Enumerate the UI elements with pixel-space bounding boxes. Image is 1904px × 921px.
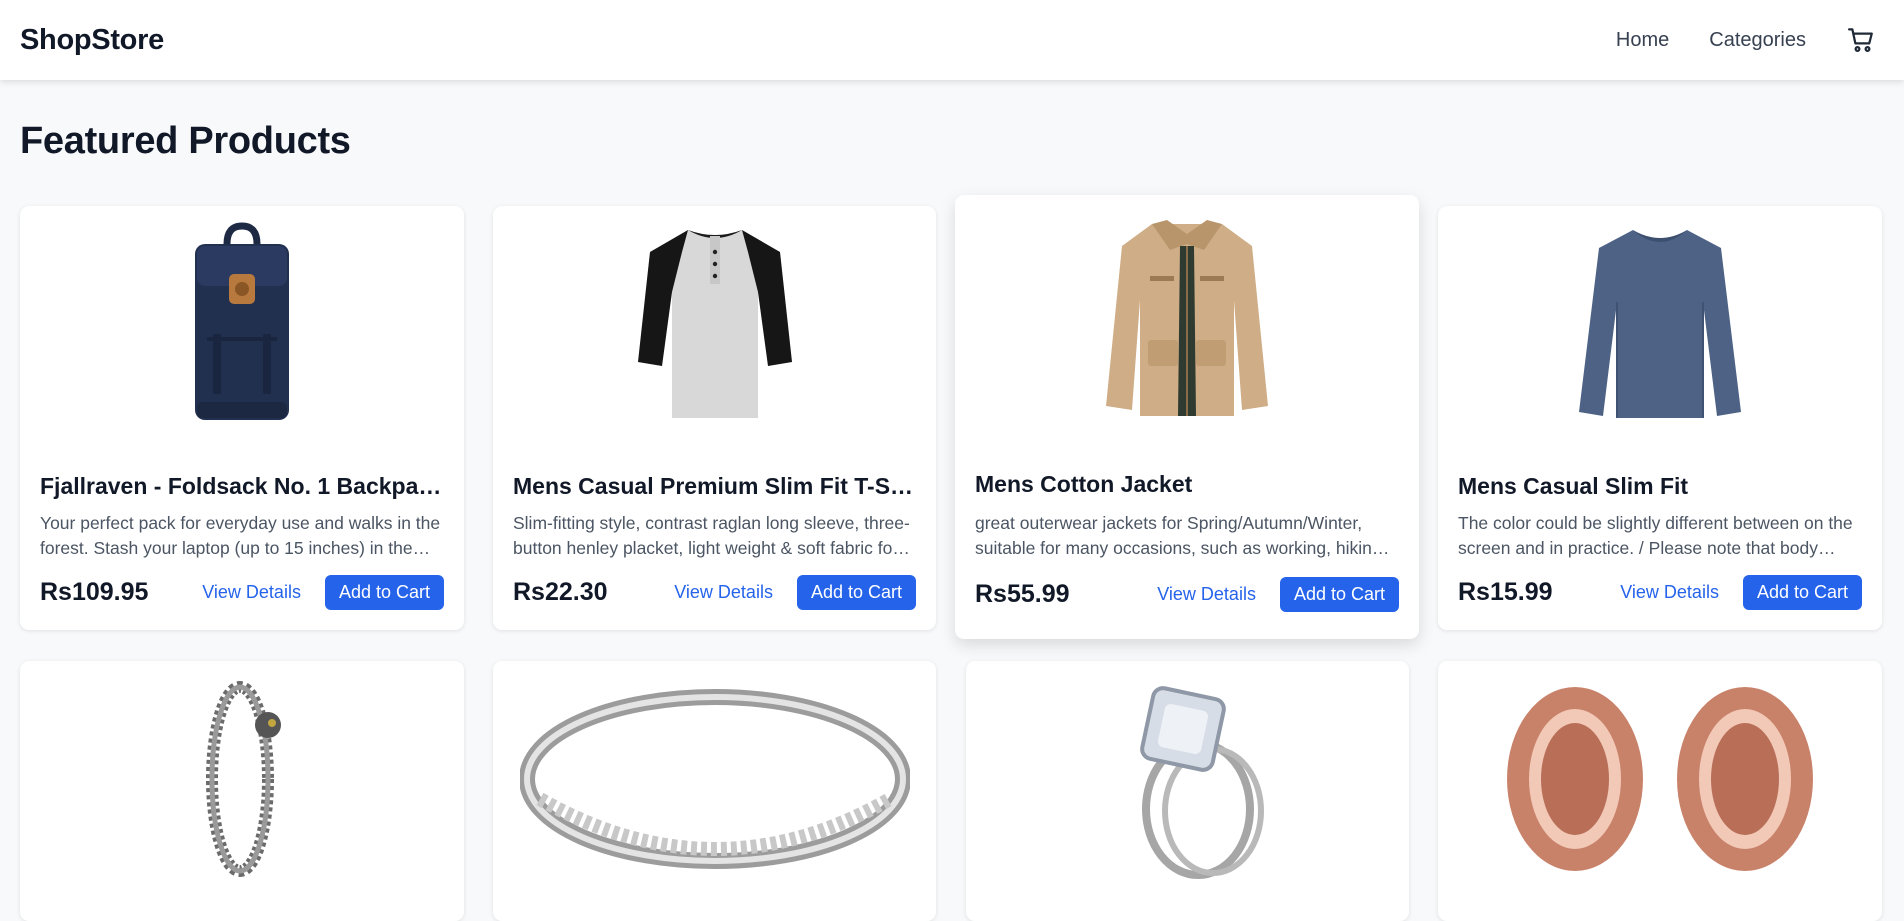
view-details-link[interactable]: View Details: [674, 582, 773, 603]
product-footer: Rs55.99 View Details Add to Cart: [975, 576, 1399, 612]
tshirt-image[interactable]: [630, 222, 800, 422]
page-title: Featured Products: [20, 120, 351, 162]
longsleeve-image[interactable]: [1575, 222, 1745, 422]
product-footer: Rs22.30 View Details Add to Cart: [513, 574, 916, 610]
rose-gold-plugs-image[interactable]: [1480, 679, 1840, 879]
product-actions: View Details Add to Cart: [674, 574, 916, 610]
product-image-container: [20, 679, 464, 879]
product-price: Rs109.95: [40, 577, 149, 606]
product-card: Mens Casual Premium Slim Fit T-Shirts Sl…: [493, 206, 936, 630]
diamond-ring-image[interactable]: [1103, 679, 1273, 879]
product-title[interactable]: Mens Casual Slim Fit: [1458, 473, 1862, 500]
add-to-cart-button[interactable]: Add to Cart: [796, 574, 916, 610]
product-card: [1438, 661, 1882, 921]
product-image-container: [955, 215, 1419, 416]
product-card: [966, 661, 1409, 921]
bracelet-image[interactable]: [182, 679, 302, 879]
product-actions: View Details Add to Cart: [1157, 576, 1399, 612]
view-details-link[interactable]: View Details: [202, 582, 301, 603]
jacket-image[interactable]: [1092, 210, 1282, 420]
product-footer: Rs15.99 View Details Add to Cart: [1458, 574, 1862, 610]
product-title[interactable]: Mens Cotton Jacket: [975, 471, 1399, 498]
view-details-link[interactable]: View Details: [1157, 584, 1256, 605]
ring-image[interactable]: [519, 679, 910, 879]
cart-icon[interactable]: [1846, 25, 1876, 55]
brand-logo[interactable]: ShopStore: [20, 24, 164, 57]
product-image-container: [493, 679, 936, 879]
nav-link-home[interactable]: Home: [1616, 29, 1669, 52]
view-details-link[interactable]: View Details: [1620, 582, 1719, 603]
product-image-container: [1438, 679, 1882, 879]
product-card: [20, 661, 464, 921]
product-price: Rs55.99: [975, 579, 1070, 608]
add-to-cart-button[interactable]: Add to Cart: [1742, 574, 1862, 610]
product-price: Rs15.99: [1458, 577, 1553, 606]
product-title[interactable]: Mens Casual Premium Slim Fit T-Shirts: [513, 473, 916, 500]
nav-link-categories[interactable]: Categories: [1709, 29, 1806, 52]
product-actions: View Details Add to Cart: [202, 574, 444, 610]
product-actions: View Details Add to Cart: [1620, 574, 1862, 610]
product-card: Fjallraven - Foldsack No. 1 Backpack, Fi…: [20, 206, 464, 630]
product-footer: Rs109.95 View Details Add to Cart: [40, 574, 444, 610]
product-image-container: [20, 222, 464, 422]
product-title[interactable]: Fjallraven - Foldsack No. 1 Backpack, Fi…: [40, 473, 444, 500]
navbar: ShopStore Home Categories: [0, 0, 1904, 80]
product-description: Your perfect pack for everyday use and w…: [40, 513, 441, 558]
product-card: [493, 661, 936, 921]
product-image-container: [493, 222, 936, 422]
product-image-container: [966, 679, 1409, 879]
product-description: great outerwear jackets for Spring/Autum…: [975, 513, 1387, 558]
add-to-cart-button[interactable]: Add to Cart: [1279, 576, 1399, 612]
product-card: Mens Cotton Jacket great outerwear jacke…: [955, 195, 1419, 639]
product-description: Slim-fitting style, contrast raglan long…: [513, 513, 910, 558]
product-card: Mens Casual Slim Fit The color could be …: [1438, 206, 1882, 630]
product-price: Rs22.30: [513, 577, 608, 606]
product-image-container: [1438, 222, 1882, 422]
nav-links: Home Categories: [1616, 25, 1884, 55]
add-to-cart-button[interactable]: Add to Cart: [324, 574, 444, 610]
product-description: The color could be slightly different be…: [1458, 513, 1853, 558]
backpack-image[interactable]: [167, 222, 317, 422]
